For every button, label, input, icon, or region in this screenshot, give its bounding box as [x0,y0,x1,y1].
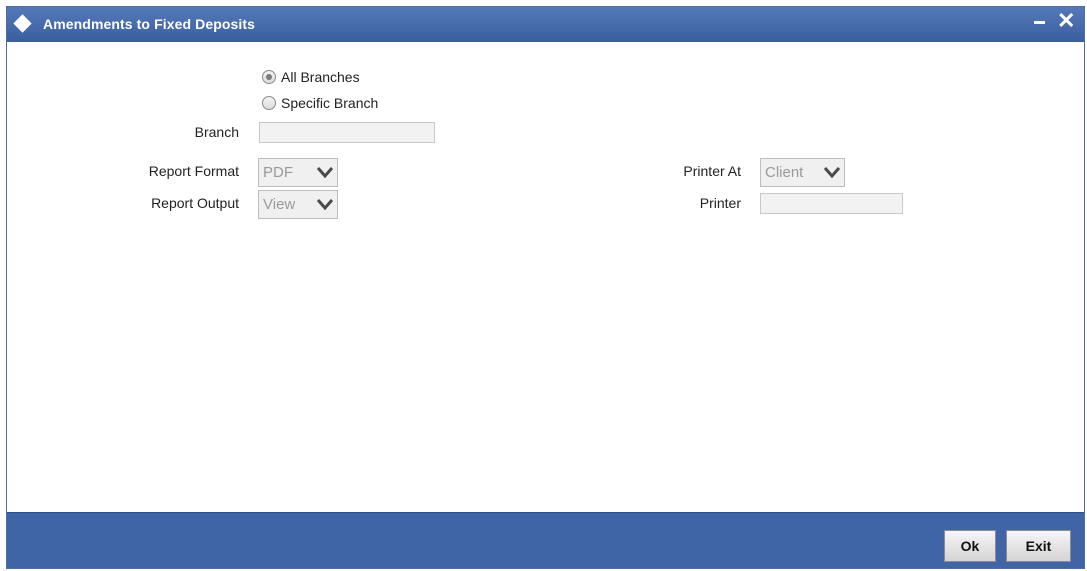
action-bar: Ok Exit [7,512,1084,568]
chevron-down-icon [317,199,333,210]
exit-button[interactable]: Exit [1006,530,1071,562]
report-output-label: Report Output [151,195,239,211]
printer-input[interactable] [760,193,903,214]
report-format-value: PDF [263,164,293,181]
radio-specific-branch[interactable]: Specific Branch [262,95,378,111]
chevron-down-icon [824,167,840,178]
chevron-down-icon [317,167,333,178]
printer-at-label: Printer At [683,163,741,179]
branch-label: Branch [194,124,239,140]
diamond-icon [13,14,32,33]
form-area: All Branches Specific Branch Branch Repo… [7,42,1084,515]
branch-input[interactable] [259,122,435,143]
title-bar: Amendments to Fixed Deposits ✕ [7,7,1084,42]
report-output-select[interactable]: View [258,190,338,219]
report-output-value: View [263,196,296,213]
radio-all-branches[interactable]: All Branches [262,69,360,85]
radio-label: Specific Branch [281,95,379,111]
minimize-icon[interactable] [1034,21,1045,24]
radio-label: All Branches [281,69,360,85]
ok-button[interactable]: Ok [944,530,996,562]
close-icon[interactable]: ✕ [1057,10,1075,32]
printer-at-select[interactable]: Client [760,158,845,187]
report-format-label: Report Format [148,163,239,179]
radio-button[interactable] [262,96,276,110]
report-window: Amendments to Fixed Deposits ✕ All Branc… [6,6,1085,569]
printer-at-value: Client [765,164,804,181]
printer-label: Printer [699,195,741,211]
window-title: Amendments to Fixed Deposits [43,16,256,32]
radio-button[interactable] [262,70,276,84]
report-format-select[interactable]: PDF [258,158,338,187]
